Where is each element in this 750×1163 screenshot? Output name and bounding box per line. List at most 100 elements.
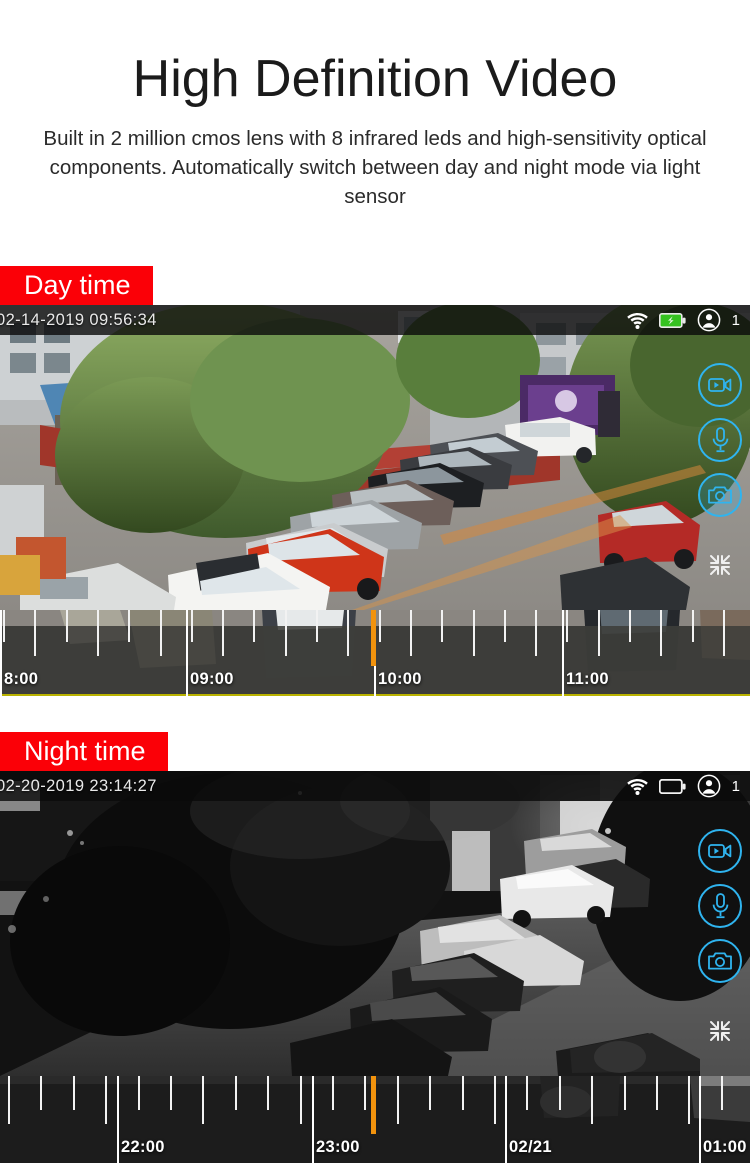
timeline-tick	[299, 1076, 302, 1124]
day-timeline[interactable]: 8:00 09:00 10:00 11:00	[0, 610, 750, 696]
timeline-tick	[409, 610, 412, 656]
timeline-tick	[222, 610, 225, 656]
page-header: High Definition Video Built in 2 million…	[0, 0, 750, 211]
camera-snapshot-button[interactable]	[698, 939, 742, 983]
day-video-player[interactable]: 02-14-2019 09:56:34 1	[0, 305, 750, 610]
microphone-icon	[712, 427, 728, 453]
timeline-label: 8:00	[4, 670, 39, 688]
battery-icon	[658, 778, 686, 794]
timeline-tick	[3, 610, 5, 642]
timeline-label: 01:00	[703, 1138, 747, 1156]
night-timeline[interactable]: 22:00 23:00 02/21 01:00	[0, 1076, 750, 1163]
night-timeline-ticks: 22:00 23:00 02/21 01:00	[0, 1076, 750, 1163]
timeline-tick	[190, 610, 193, 642]
day-timestamp: 02-14-2019 09:56:34	[0, 310, 157, 329]
timeline-label: 23:00	[316, 1138, 360, 1156]
day-viewer-count: 1	[731, 311, 740, 329]
fullscreen-collapse-button[interactable]	[707, 552, 733, 583]
microphone-button[interactable]	[698, 418, 742, 462]
timeline-tick	[364, 1076, 367, 1110]
timeline-label: 09:00	[190, 670, 234, 688]
timeline-tick	[461, 1076, 464, 1110]
timeline-label: 10:00	[378, 670, 422, 688]
day-controls	[698, 363, 742, 583]
timeline-tick	[137, 1076, 140, 1110]
page-title: High Definition Video	[132, 50, 618, 108]
camera-snapshot-button[interactable]	[698, 473, 742, 517]
microphone-button[interactable]	[698, 884, 742, 928]
timeline-tick	[656, 1076, 658, 1110]
day-timeline-ticks: 8:00 09:00 10:00 11:00	[0, 610, 750, 696]
user-circle-icon	[697, 308, 721, 332]
night-status-bar: 02-20-2019 23:14:27 1	[0, 771, 750, 801]
wifi-icon	[626, 778, 648, 795]
fullscreen-collapse-button[interactable]	[707, 1018, 733, 1049]
fullscreen-collapse-icon	[710, 555, 730, 575]
timeline-tick	[72, 1076, 75, 1110]
timeline-label: 11:00	[566, 670, 609, 688]
night-section-badge: Night time	[0, 732, 168, 771]
day-status-bar: 02-14-2019 09:56:34 1	[0, 305, 750, 335]
timeline-tick	[558, 1076, 561, 1110]
timeline-tick	[378, 610, 381, 642]
timeline-label: 22:00	[121, 1138, 165, 1156]
timeline-tick	[34, 610, 37, 656]
page-subtitle: Built in 2 million cmos lens with 8 infr…	[43, 127, 707, 208]
video-camera-button[interactable]	[698, 363, 742, 407]
night-timestamp: 02-20-2019 23:14:27	[0, 776, 157, 795]
timeline-hour-line	[505, 1076, 507, 1163]
timeline-tick	[128, 610, 131, 642]
night-section-badge-wrap: Night time	[0, 732, 168, 771]
timeline-tick	[722, 610, 725, 656]
camera-snapshot-icon	[708, 486, 732, 504]
camera-snapshot-icon	[708, 952, 732, 970]
timeline-tick	[253, 610, 256, 642]
timeline-tick	[623, 1076, 626, 1110]
video-camera-icon	[708, 844, 732, 858]
timeline-tick	[396, 1076, 399, 1124]
timeline-tick	[688, 1076, 691, 1124]
timeline-tick	[566, 610, 569, 642]
timeline-tick	[691, 610, 694, 642]
wifi-icon	[626, 312, 648, 329]
timeline-hour-line	[0, 610, 2, 696]
timeline-tick	[591, 1076, 594, 1124]
timeline-hour-line	[186, 610, 188, 696]
timeline-tick	[234, 1076, 237, 1110]
day-status-icons: 1	[626, 308, 750, 332]
timeline-hour-line	[117, 1076, 119, 1163]
fullscreen-collapse-icon	[710, 1021, 730, 1041]
timeline-tick	[660, 610, 663, 656]
timeline-playhead[interactable]	[371, 1076, 376, 1134]
video-camera-icon	[708, 378, 732, 392]
timeline-tick	[96, 610, 99, 656]
night-video-frame	[0, 771, 750, 1076]
battery-charging-icon	[658, 312, 686, 328]
night-video-player[interactable]: 02-20-2019 23:14:27 1	[0, 771, 750, 1076]
video-camera-button[interactable]	[698, 829, 742, 873]
timeline-label: 02/21	[509, 1138, 552, 1156]
timeline-tick	[332, 1076, 334, 1110]
timeline-tick	[526, 1076, 529, 1110]
timeline-tick	[629, 610, 631, 642]
night-status-icons: 1	[626, 774, 750, 798]
timeline-tick	[494, 1076, 496, 1124]
microphone-icon	[712, 893, 728, 919]
timeline-tick	[597, 610, 600, 656]
timeline-tick	[65, 610, 68, 642]
timeline-tick	[472, 610, 475, 656]
timeline-tick	[316, 610, 318, 642]
timeline-hour-line	[312, 1076, 314, 1163]
timeline-tick	[535, 610, 538, 656]
timeline-tick	[40, 1076, 43, 1110]
timeline-tick	[105, 1076, 108, 1124]
timeline-tick	[202, 1076, 205, 1124]
timeline-tick	[267, 1076, 270, 1110]
timeline-tick	[441, 610, 444, 642]
timeline-tick	[429, 1076, 432, 1110]
timeline-tick	[170, 1076, 172, 1110]
timeline-hour-line	[562, 610, 564, 696]
timeline-playhead[interactable]	[371, 610, 376, 666]
timeline-tick	[159, 610, 162, 656]
day-section-badge-wrap: Day time	[0, 266, 153, 305]
